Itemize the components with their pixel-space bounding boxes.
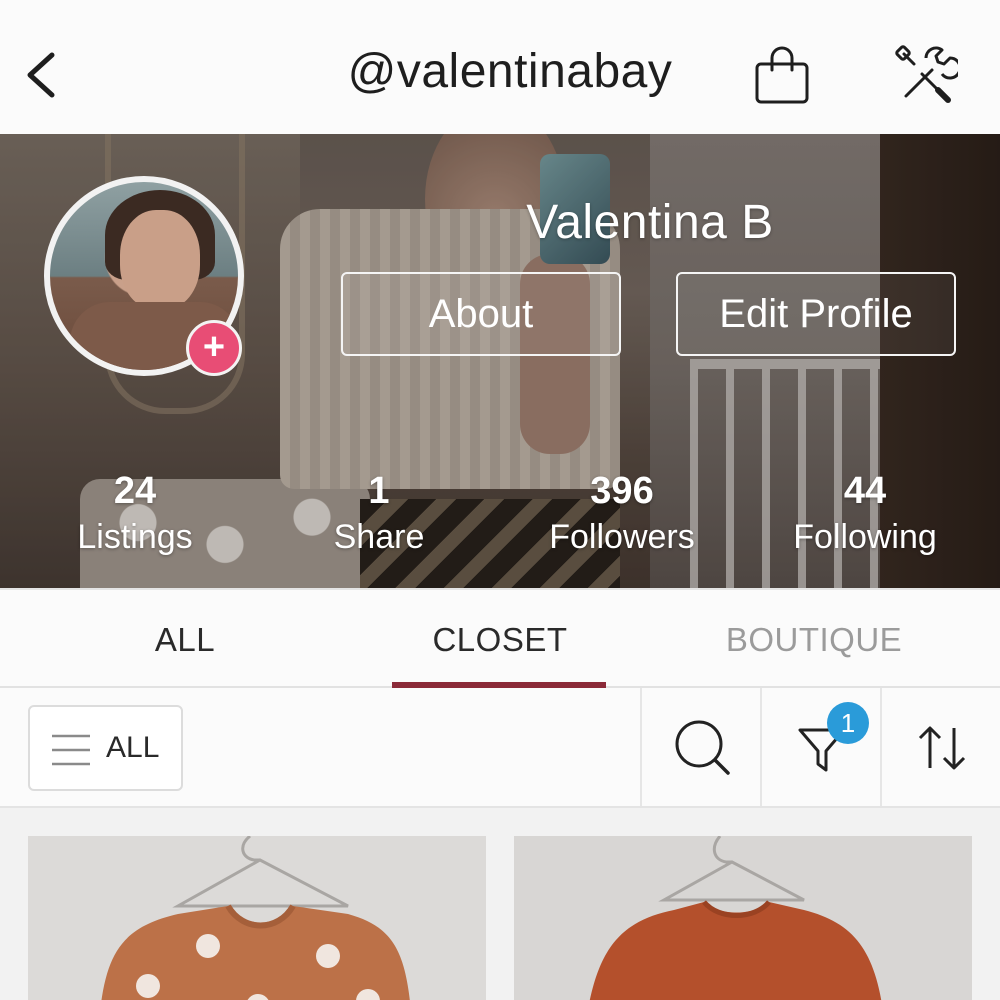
wrench-screwdriver-icon xyxy=(895,45,962,103)
category-filter-button[interactable]: ALL xyxy=(28,705,183,791)
about-button[interactable]: About xyxy=(341,272,621,356)
stat-label: Following xyxy=(793,518,937,556)
chevron-left-icon xyxy=(27,52,55,98)
listing-toolbar: ALL 1 xyxy=(0,688,1000,808)
stat-listings[interactable]: 24 Listings xyxy=(35,470,235,557)
filter-count-badge: 1 xyxy=(827,702,869,744)
funnel-icon xyxy=(798,728,846,772)
listing-grid xyxy=(0,808,1000,1000)
filter-button[interactable]: 1 xyxy=(760,688,880,806)
tab-boutique[interactable]: BOUTIQUE xyxy=(664,590,964,690)
shopping-bag-icon xyxy=(755,46,809,104)
stat-value: 24 xyxy=(113,470,157,512)
closet-tabs: ALL CLOSET BOUTIQUE xyxy=(0,588,1000,688)
profile-username: @valentinabay xyxy=(347,45,673,98)
stat-followers[interactable]: 396 Followers xyxy=(522,470,722,557)
search-icon xyxy=(675,720,730,775)
listing-card[interactable] xyxy=(28,836,486,1000)
stat-label: Followers xyxy=(549,518,695,556)
back-button[interactable] xyxy=(20,45,70,105)
display-name: Valentina B xyxy=(526,196,774,249)
listing-photo xyxy=(28,836,486,1000)
sort-button[interactable] xyxy=(880,688,1000,806)
tab-closet[interactable]: CLOSET xyxy=(350,590,650,690)
listing-photo xyxy=(514,836,972,1000)
avatar-face xyxy=(120,210,200,310)
stat-following[interactable]: 44 Following xyxy=(765,470,965,557)
edit-profile-button[interactable]: Edit Profile xyxy=(676,272,956,356)
stat-share[interactable]: 1 Share xyxy=(279,470,479,557)
listing-card[interactable] xyxy=(514,836,972,1000)
sort-arrows-icon xyxy=(918,726,966,770)
menu-lines-icon xyxy=(52,734,90,766)
add-photo-button[interactable]: + xyxy=(186,320,242,376)
stat-value: 1 xyxy=(368,470,390,512)
stat-label: Listings xyxy=(77,518,193,556)
search-button[interactable] xyxy=(640,688,760,806)
stat-value: 44 xyxy=(843,470,887,512)
settings-tools-button[interactable] xyxy=(892,44,962,104)
bag-button[interactable] xyxy=(750,44,814,108)
category-filter-label: ALL xyxy=(106,731,160,764)
tab-all[interactable]: ALL xyxy=(35,590,335,690)
top-bar: @valentinabay xyxy=(0,0,1000,134)
stat-label: Share xyxy=(333,518,425,556)
stat-value: 396 xyxy=(590,470,654,512)
